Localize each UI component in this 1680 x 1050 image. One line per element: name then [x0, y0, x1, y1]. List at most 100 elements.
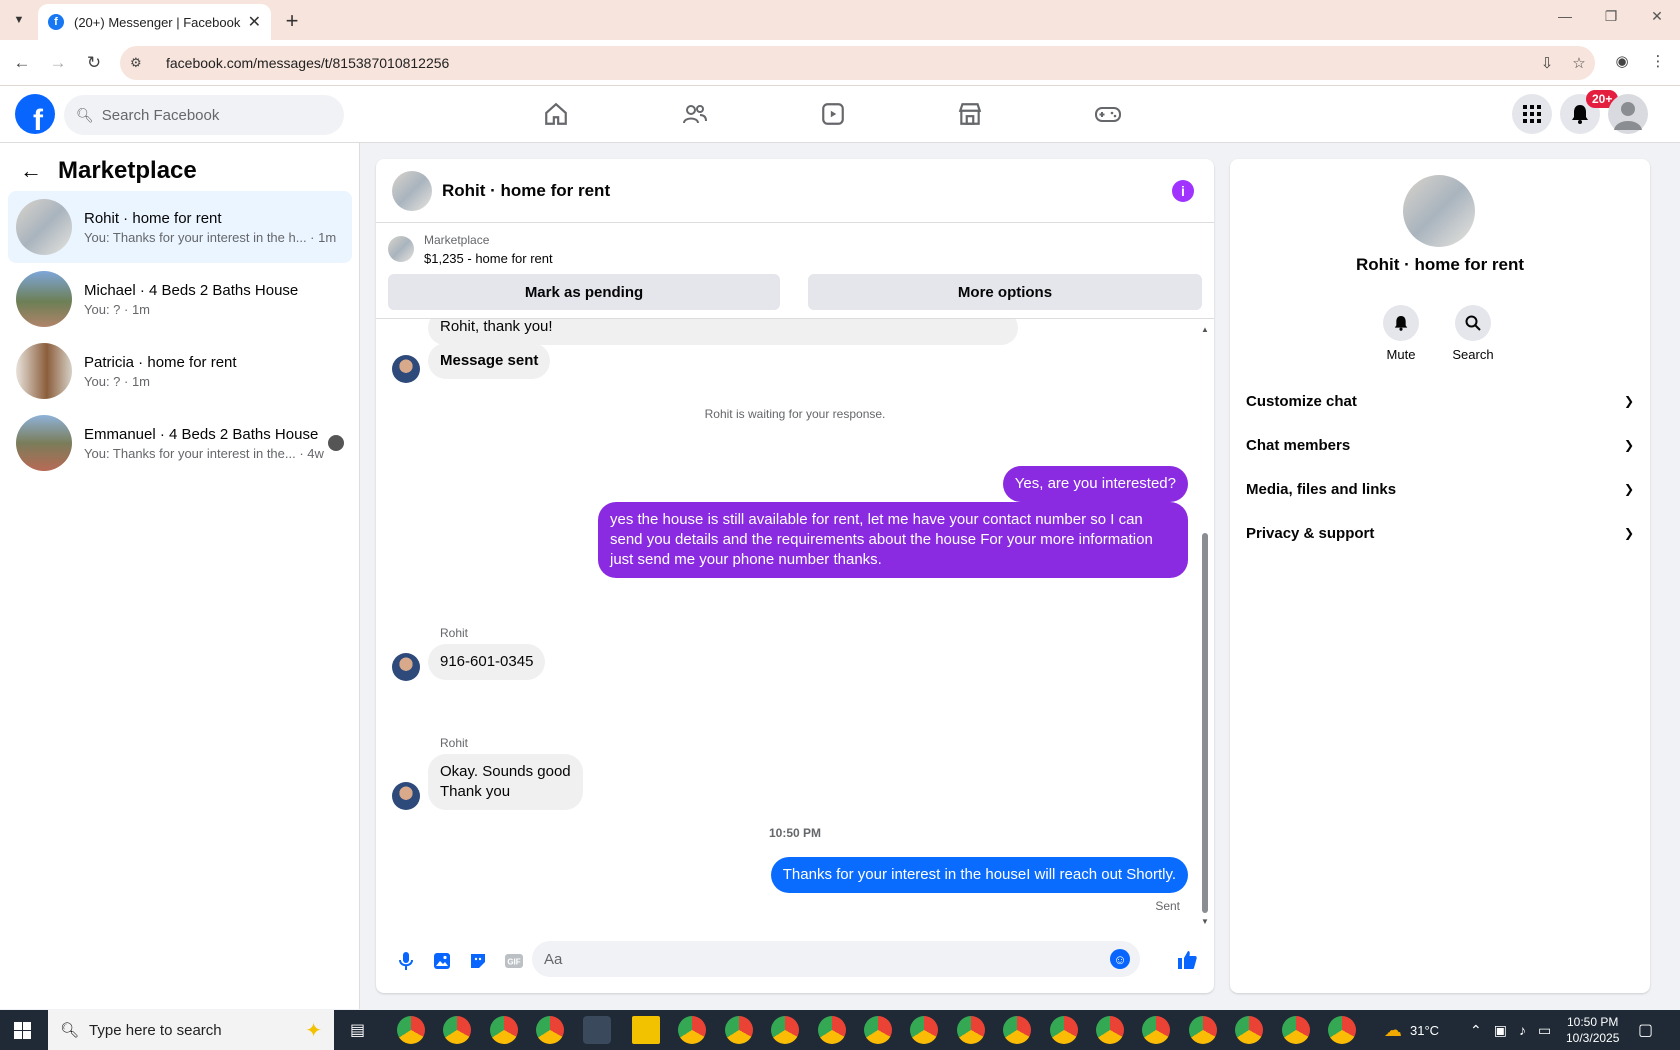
conversation-name: Michael · 4 Beds 2 Baths House	[84, 281, 299, 299]
chevron-down-icon: ❯	[1623, 482, 1634, 496]
close-window-button[interactable]: ✕	[1642, 8, 1672, 25]
emoji-icon[interactable]: ☺	[1110, 949, 1130, 969]
chrome-app-icon[interactable]	[864, 1016, 892, 1044]
search-conversation-button[interactable]: Search	[1443, 305, 1503, 362]
menu-grid-icon[interactable]	[1512, 94, 1552, 134]
chrome-app-icon[interactable]	[1142, 1016, 1170, 1044]
system-tray-icons[interactable]: ⌃ ▣ ♪ ▭	[1470, 1010, 1551, 1050]
sticker-icon[interactable]	[460, 943, 496, 979]
message-bubble-outgoing: Yes, are you interested?	[1002, 466, 1188, 502]
message-input[interactable]: Aa ☺	[532, 941, 1140, 977]
chat-title[interactable]: Rohit · home for rent	[442, 181, 1172, 201]
chrome-app-icon[interactable]	[910, 1016, 938, 1044]
chrome-app-icon[interactable]	[818, 1016, 846, 1044]
scroll-up-icon[interactable]: ▲	[1201, 325, 1209, 334]
install-app-icon[interactable]: ⇩	[1531, 54, 1563, 72]
conversation-item-michael[interactable]: Michael · 4 Beds 2 Baths House You: ? · …	[8, 263, 352, 335]
thumbs-up-icon[interactable]	[1176, 949, 1198, 976]
volume-icon[interactable]: ♪	[1519, 1022, 1526, 1038]
info-icon[interactable]: i	[1172, 179, 1194, 202]
network-icon[interactable]: ▣	[1494, 1022, 1507, 1039]
chrome-app-icon[interactable]	[397, 1016, 425, 1044]
restore-button[interactable]: ❐	[1596, 8, 1626, 25]
media-app-icon[interactable]	[583, 1016, 611, 1044]
gif-icon[interactable]: GIF	[496, 943, 532, 979]
message-input-placeholder: Aa	[544, 950, 563, 968]
chrome-app-icon[interactable]	[1235, 1016, 1263, 1044]
notification-center-icon[interactable]: ▢	[1638, 1010, 1653, 1050]
privacy-support-section[interactable]: Privacy & support ❯	[1246, 513, 1634, 553]
chrome-app-icon[interactable]	[1003, 1016, 1031, 1044]
chrome-app-icon[interactable]	[957, 1016, 985, 1044]
scroll-down-icon[interactable]: ▼	[1201, 917, 1209, 926]
new-tab-button[interactable]: +	[280, 8, 304, 34]
windows-start-icon[interactable]	[14, 1022, 31, 1039]
chat-members-section[interactable]: Chat members ❯	[1246, 425, 1634, 465]
chrome-app-icon[interactable]	[771, 1016, 799, 1044]
back-arrow-icon[interactable]: ←	[20, 158, 42, 184]
customize-chat-section[interactable]: Customize chat ❯	[1246, 381, 1634, 421]
gaming-nav-icon[interactable]	[1052, 94, 1164, 134]
message-status: Sent	[1155, 899, 1180, 913]
account-avatar[interactable]	[1608, 94, 1648, 134]
sticky-notes-icon[interactable]	[632, 1016, 660, 1044]
chrome-app-icon[interactable]	[678, 1016, 706, 1044]
task-view-icon[interactable]: ▤	[350, 1020, 365, 1040]
chrome-app-icon[interactable]	[1282, 1016, 1310, 1044]
mark-as-pending-button[interactable]: Mark as pending	[388, 274, 780, 310]
chat-scrollbar[interactable]: ▲ ▼	[1200, 325, 1210, 926]
tab-close-icon[interactable]: ✕	[248, 12, 261, 32]
marketplace-nav-icon[interactable]	[914, 94, 1026, 134]
bell-icon	[1383, 305, 1419, 341]
forward-arrow-icon[interactable]: →	[46, 51, 70, 75]
scrollbar-thumb[interactable]	[1202, 533, 1208, 913]
chrome-app-icon[interactable]	[443, 1016, 471, 1044]
minimize-button[interactable]: —	[1550, 8, 1580, 24]
home-nav-icon[interactable]	[500, 94, 612, 134]
sender-avatar[interactable]	[392, 355, 420, 383]
facebook-logo-icon[interactable]: f	[15, 94, 55, 134]
chrome-app-icon[interactable]	[536, 1016, 564, 1044]
profile-avatar[interactable]	[1403, 175, 1475, 247]
listing-title[interactable]: $1,235 - home for rent	[424, 251, 553, 266]
facebook-search-input[interactable]: 🔍︎ Search Facebook	[64, 95, 344, 135]
site-info-icon[interactable]: ⚙	[130, 55, 154, 71]
address-bar[interactable]: ⚙ facebook.com/messages/t/81538701081225…	[120, 46, 1595, 80]
chat-avatar[interactable]	[392, 170, 432, 211]
taskbar-clock[interactable]: 10:50 PM 10/3/2025	[1566, 1010, 1619, 1050]
taskbar-search-input[interactable]: 🔍︎ Type here to search ✦	[48, 1010, 334, 1050]
profile-icon[interactable]: ◉	[1610, 52, 1634, 70]
photo-icon[interactable]	[424, 943, 460, 979]
mute-button[interactable]: Mute	[1371, 305, 1431, 362]
section-label: Privacy & support	[1246, 524, 1375, 542]
chrome-app-icon[interactable]	[1189, 1016, 1217, 1044]
back-arrow-icon[interactable]: ←	[10, 51, 34, 75]
friends-nav-icon[interactable]	[639, 94, 751, 134]
display-icon[interactable]: ▭	[1538, 1022, 1551, 1039]
browser-toolbar: ← → ↻ ⚙ facebook.com/messages/t/81538701…	[0, 40, 1680, 86]
message-thread: Rohit, thank you! Message sent Rohit is …	[376, 319, 1214, 929]
conversation-item-emmanuel[interactable]: Emmanuel · 4 Beds 2 Baths House You: Tha…	[8, 407, 352, 479]
more-options-button[interactable]: More options	[808, 274, 1202, 310]
reload-icon[interactable]: ↻	[82, 51, 106, 75]
sender-avatar[interactable]	[392, 653, 420, 681]
microphone-icon[interactable]	[388, 943, 424, 979]
chrome-app-icon[interactable]	[490, 1016, 518, 1044]
chrome-app-icon[interactable]	[1328, 1016, 1356, 1044]
chrome-app-icon[interactable]	[1050, 1016, 1078, 1044]
chrome-app-icon[interactable]	[725, 1016, 753, 1044]
conversation-item-rohit[interactable]: Rohit · home for rent You: Thanks for yo…	[8, 191, 352, 263]
chrome-menu-icon[interactable]: ⋮	[1646, 52, 1670, 70]
video-nav-icon[interactable]	[777, 94, 889, 134]
chevron-up-icon[interactable]: ⌃	[1470, 1022, 1482, 1039]
tab-search-dropdown[interactable]: ▼	[6, 8, 32, 32]
bookmark-star-icon[interactable]: ☆	[1563, 54, 1595, 72]
weather-widget[interactable]: ☁ 31°C	[1384, 1010, 1439, 1050]
conversation-item-patricia[interactable]: Patricia · home for rent You: ? · 1m	[8, 335, 352, 407]
sender-avatar[interactable]	[392, 782, 420, 810]
message-bubble-incoming: Rohit, thank you!	[428, 319, 1018, 345]
media-files-links-section[interactable]: Media, files and links ❯	[1246, 469, 1634, 509]
listing-thumbnail[interactable]	[388, 236, 414, 262]
chrome-app-icon[interactable]	[1096, 1016, 1124, 1044]
browser-tab[interactable]: f (20+) Messenger | Facebook ✕	[38, 4, 271, 40]
